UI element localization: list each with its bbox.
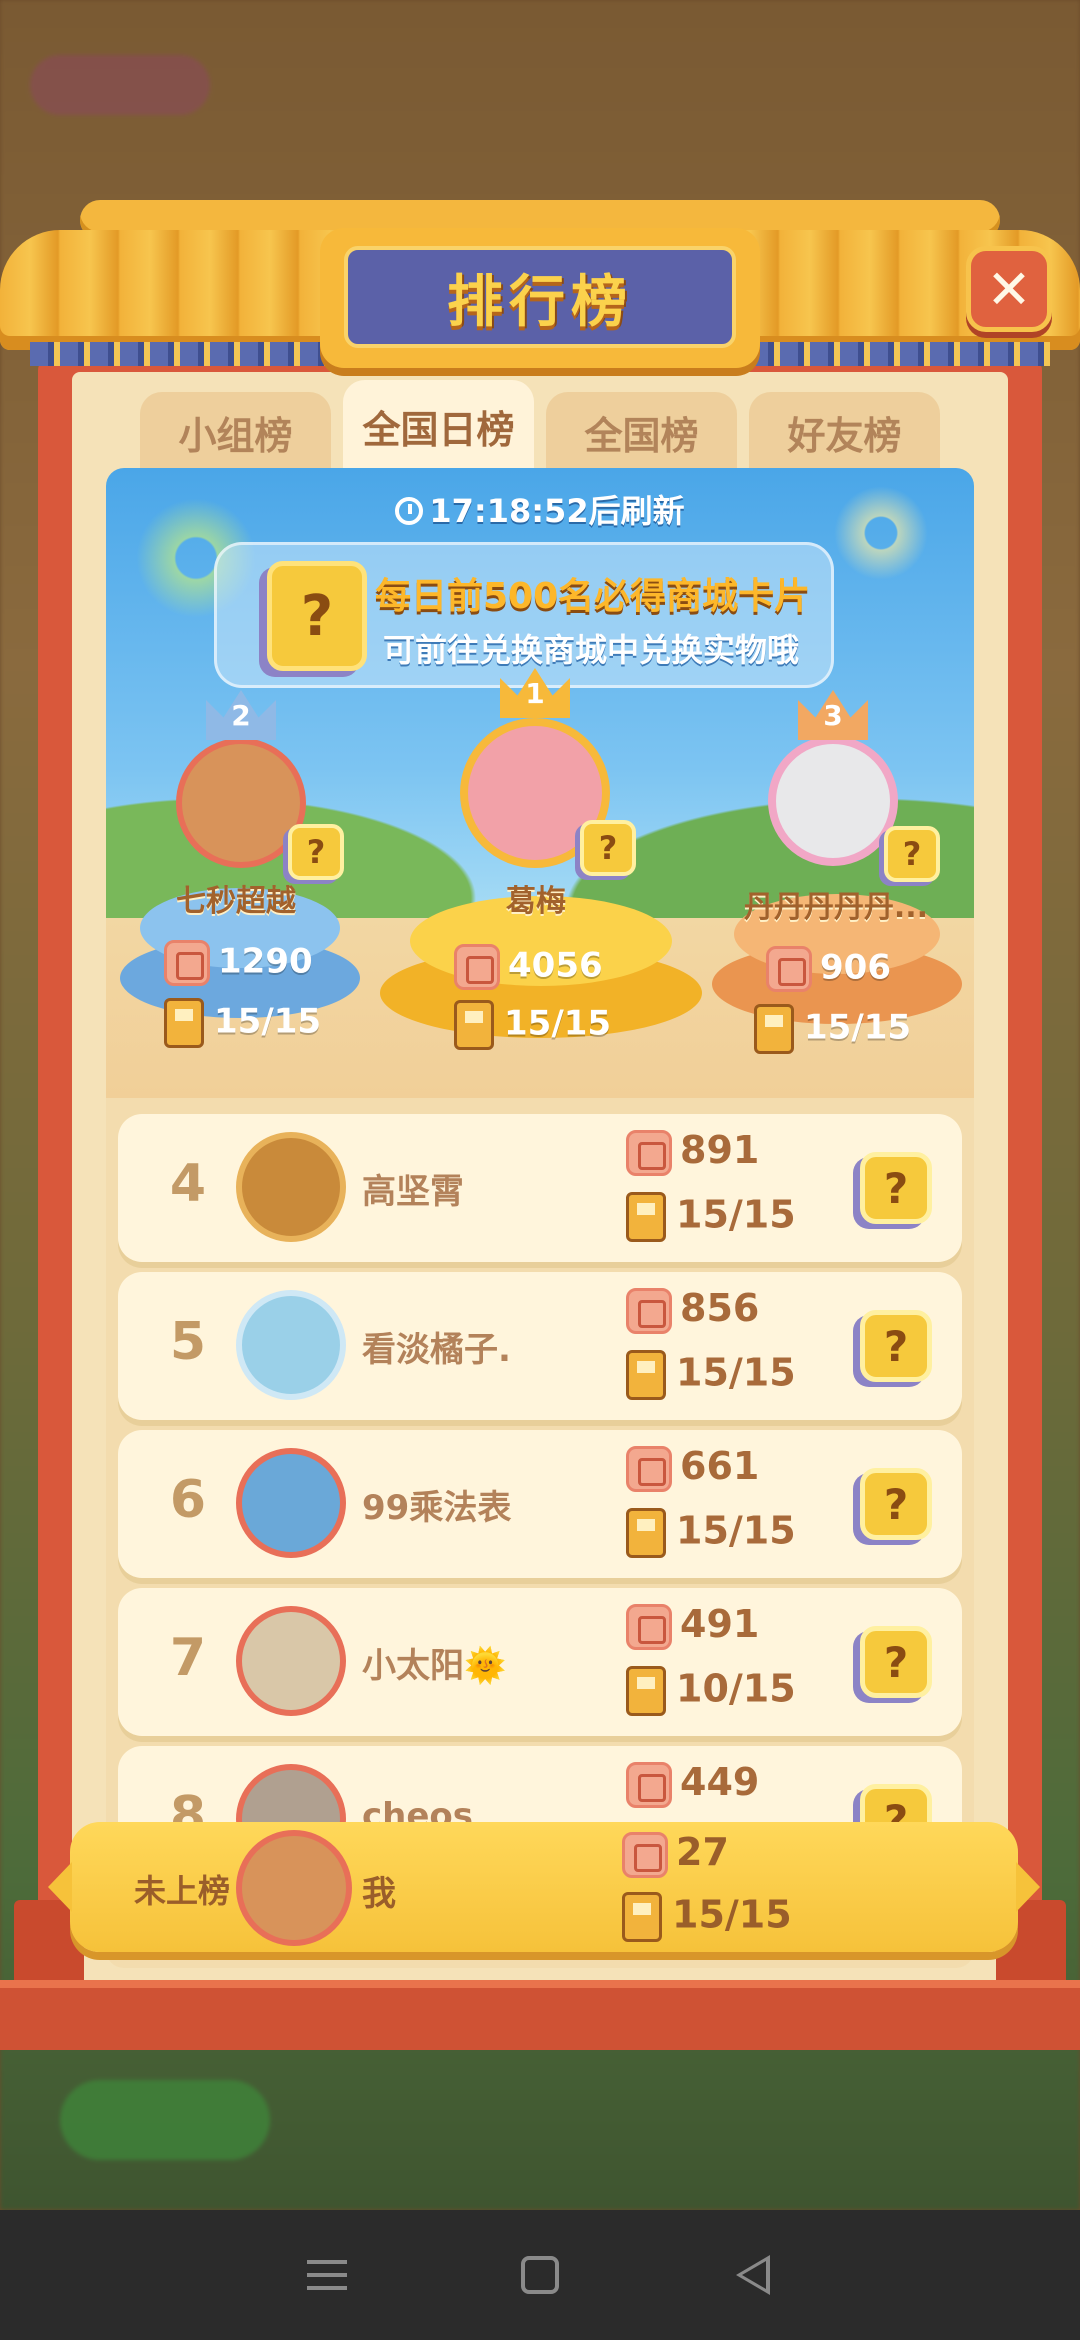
- avatar: [236, 1132, 346, 1242]
- player-name: 99乘法表: [362, 1488, 512, 1528]
- rank-number: 6: [169, 1470, 207, 1530]
- player-score: 449: [626, 1760, 759, 1808]
- home-button[interactable]: [510, 2245, 570, 2305]
- book-icon: [164, 998, 204, 1048]
- close-button[interactable]: ✕: [966, 246, 1052, 332]
- podium-progress: 15/15: [754, 1004, 911, 1054]
- fu-coin-icon: [626, 1761, 672, 1808]
- avatar: [236, 1290, 346, 1400]
- podium-progress: 15/15: [454, 1000, 611, 1050]
- banner-subline: 可前往兑换商城中兑换实物哦: [383, 631, 800, 669]
- book-icon: [754, 1004, 794, 1054]
- home-icon: [520, 2256, 559, 2294]
- banner-headline: 每日前500名必得商城卡片: [375, 576, 811, 617]
- refresh-suffix: 后刷新: [588, 492, 685, 530]
- list-item[interactable]: 6 99乘法表 661 15/15 ?: [118, 1430, 962, 1578]
- player-progress: 15/15: [626, 1350, 796, 1400]
- podium-name: 七秒超越: [176, 884, 296, 919]
- book-icon: [626, 1192, 666, 1242]
- book-icon: [626, 1508, 666, 1558]
- close-icon: ✕: [986, 257, 1032, 321]
- avatar: [236, 1448, 346, 1558]
- page-title: 排行榜: [447, 269, 633, 335]
- rank-number: 5: [169, 1312, 207, 1372]
- list-item[interactable]: 4 高坚霄 891 15/15 ?: [118, 1114, 962, 1262]
- player-score: 661: [626, 1444, 759, 1492]
- avatar: [768, 736, 898, 866]
- fu-coin-icon: [626, 1603, 672, 1650]
- mystery-card-icon[interactable]: ?: [860, 1152, 932, 1224]
- book-icon: [622, 1892, 662, 1942]
- my-score: 27: [622, 1830, 729, 1878]
- podium-progress: 15/15: [164, 998, 321, 1048]
- mystery-card-icon[interactable]: ?: [860, 1626, 932, 1698]
- tab-friends[interactable]: 好友榜: [749, 392, 940, 472]
- mystery-card-icon: ?: [884, 826, 940, 882]
- player-score: 891: [626, 1128, 759, 1176]
- my-progress: 15/15: [622, 1892, 792, 1942]
- avatar: [236, 1830, 352, 1946]
- clock-icon: [395, 497, 424, 525]
- my-rank-status: 未上榜: [134, 1872, 231, 1910]
- mystery-card-icon[interactable]: ?: [860, 1310, 932, 1382]
- podium-score: 906: [766, 946, 891, 992]
- book-icon: [454, 1000, 494, 1050]
- my-rank-bar[interactable]: 未上榜 我 27 15/15: [48, 1822, 1040, 1952]
- tab-national-daily[interactable]: 全国日榜: [343, 380, 534, 472]
- player-name: 看淡橘子.: [362, 1330, 511, 1370]
- mystery-card-icon: ?: [288, 824, 344, 880]
- podium-name: 葛梅: [506, 884, 566, 919]
- fu-coin-icon: [626, 1445, 672, 1492]
- fu-coin-icon: [766, 946, 812, 992]
- fu-coin-icon: [454, 944, 500, 990]
- my-name: 我: [362, 1874, 396, 1914]
- list-item[interactable]: 7 小太阳🌞 491 10/15 ?: [118, 1588, 962, 1736]
- refresh-time: 17:18:52: [429, 492, 589, 530]
- reward-banner: ? 每日前500名必得商城卡片 可前往兑换商城中兑换实物哦: [214, 542, 834, 688]
- book-icon: [626, 1666, 666, 1716]
- list-item[interactable]: 5 看淡橘子. 856 15/15 ?: [118, 1272, 962, 1420]
- tab-group[interactable]: 小组榜: [140, 392, 331, 472]
- refresh-timer: 17:18:52后刷新: [106, 486, 974, 532]
- mystery-card-icon: ?: [267, 561, 367, 671]
- fu-coin-icon: [626, 1287, 672, 1334]
- fu-coin-icon: [626, 1129, 672, 1176]
- fu-coin-icon: [622, 1831, 668, 1878]
- avatar: [236, 1606, 346, 1716]
- podium-score: 4056: [454, 944, 603, 990]
- back-icon: [736, 2255, 771, 2295]
- player-progress: 15/15: [626, 1192, 796, 1242]
- menu-icon: [306, 2260, 347, 2290]
- mystery-card-icon[interactable]: ?: [860, 1468, 932, 1540]
- leaderboard-tabs: 小组榜 全国日榜 全国榜 好友榜: [140, 380, 940, 472]
- player-name: 小太阳🌞: [362, 1646, 507, 1686]
- player-name: 高坚霄: [362, 1172, 464, 1212]
- player-progress: 10/15: [626, 1666, 796, 1716]
- player-score: 856: [626, 1286, 759, 1334]
- rank-number: 7: [169, 1628, 207, 1688]
- fu-coin-icon: [164, 940, 210, 986]
- rank-number: 4: [169, 1154, 207, 1214]
- title-plaque: 排行榜: [320, 228, 760, 368]
- menu-button[interactable]: [297, 2245, 357, 2305]
- podium-score: 1290: [164, 940, 313, 986]
- back-button[interactable]: [723, 2245, 783, 2305]
- player-score: 491: [626, 1602, 759, 1650]
- system-nav-bar: [0, 2210, 1080, 2340]
- player-progress: 15/15: [626, 1508, 796, 1558]
- frame-base: [0, 1980, 1080, 2050]
- tab-national[interactable]: 全国榜: [546, 392, 737, 472]
- mystery-card-icon: ?: [580, 820, 636, 876]
- book-icon: [626, 1350, 666, 1400]
- podium-name: 丹丹丹丹丹...: [743, 890, 929, 925]
- avatar: [176, 738, 306, 868]
